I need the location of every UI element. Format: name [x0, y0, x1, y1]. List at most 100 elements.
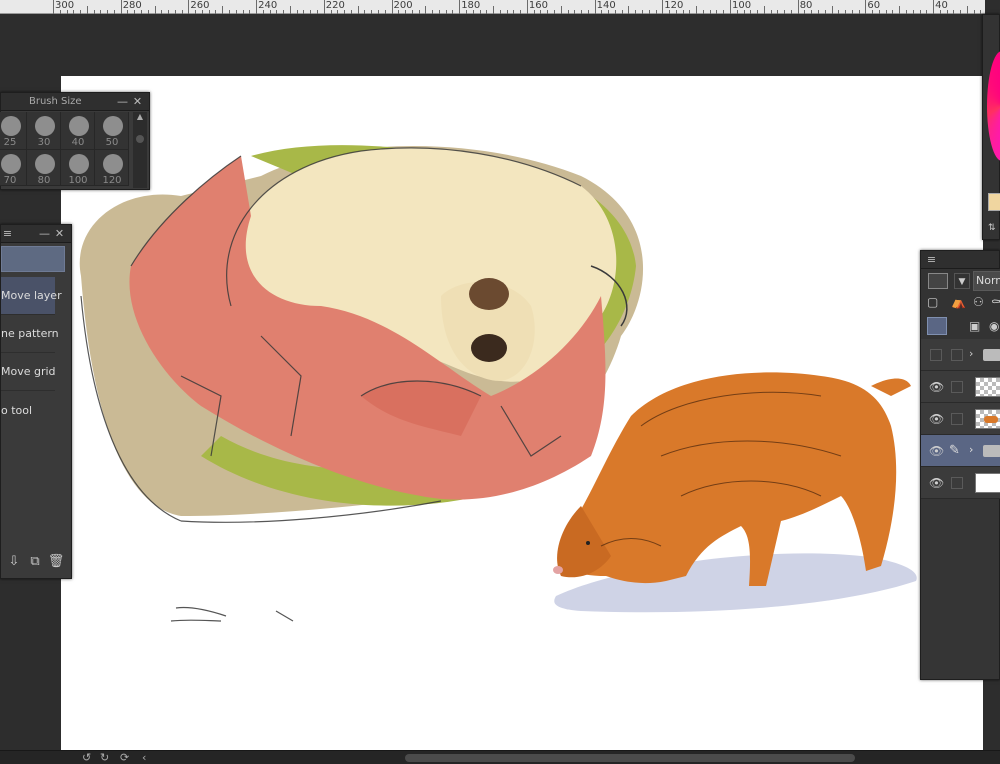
reset-rotation-icon[interactable]: ⟳ [120, 751, 129, 764]
scroll-left-icon[interactable]: ‹ [142, 751, 146, 764]
lock-icon[interactable]: ⚇ [973, 295, 984, 309]
ruler-minor-tick [851, 10, 853, 14]
drawing-canvas[interactable] [61, 76, 983, 750]
clip-icon[interactable]: ◉ [989, 319, 999, 333]
layer-mask-icon[interactable]: ▢ [927, 295, 938, 309]
layer-panel: ≡ ▼ Norm ▢ ⛺ ⚇ ⚰ ▣ ◉ › 👁 👁 [920, 250, 1000, 680]
ruler-minor-tick [229, 10, 231, 14]
layer-row-folder-hidden[interactable]: › [921, 339, 1000, 371]
scroll-up-icon[interactable]: ▲ [133, 112, 147, 121]
ruler-minor-tick [86, 6, 88, 14]
ruler-minor-tick [635, 10, 637, 14]
layer-palette-icon[interactable] [927, 317, 947, 335]
layer-panel-title[interactable]: ≡ [921, 251, 999, 269]
ruler-minor-tick [344, 10, 346, 14]
brush-size-cell-25[interactable]: 25 [0, 112, 27, 150]
ruler-minor-tick [276, 10, 278, 14]
chevron-right-icon[interactable]: › [969, 347, 973, 360]
ruler-minor-tick [906, 10, 908, 14]
eye-icon[interactable]: 👁 [929, 412, 944, 426]
edit-toggle[interactable] [951, 477, 963, 489]
ruler-minor-tick [520, 10, 522, 14]
ruler-minor-tick [472, 10, 474, 14]
brush-size-cell-70[interactable]: 70 [0, 150, 27, 186]
blend-mode-select[interactable]: Norm [973, 271, 1000, 291]
sub-tool-item-move-grid[interactable]: Move grid [1, 353, 56, 391]
new-mask-icon[interactable]: ▣ [969, 319, 980, 333]
ruler-minor-tick [763, 6, 765, 14]
ruler-major-tick [120, 0, 122, 14]
scroll-thumb[interactable] [136, 135, 144, 143]
brush-size-cell-100[interactable]: 100 [61, 150, 95, 186]
panel-menu-icon[interactable]: ≡ [925, 253, 938, 266]
ruler-minor-tick [235, 10, 237, 14]
eye-icon[interactable]: 👁 [929, 444, 944, 458]
brush-size-cell-40[interactable]: 40 [61, 112, 95, 150]
ruler-minor-tick [831, 6, 833, 14]
ruler-label: 100 [732, 0, 752, 11]
swap-color-icon[interactable]: ⇅ [988, 223, 996, 233]
rotate-left-icon[interactable]: ↺ [82, 751, 91, 764]
color-wheel[interactable] [987, 51, 1000, 161]
edit-toggle[interactable] [951, 413, 963, 425]
ruler-label: 180 [461, 0, 481, 11]
layer-row-folder-active[interactable]: 👁 ✎ › [921, 435, 1000, 467]
reference-icon[interactable]: ⛺ [951, 295, 966, 309]
pen-icon[interactable]: ✎ [949, 443, 960, 458]
brush-size-cell-80[interactable]: 80 [27, 150, 61, 186]
sub-tool-group-header[interactable] [1, 246, 65, 272]
import-icon[interactable]: ⇩ [5, 553, 23, 571]
minimize-icon[interactable]: — [116, 95, 129, 108]
panel-menu-icon[interactable]: ≡ [1, 227, 14, 240]
ruler-minor-tick [702, 10, 704, 14]
sub-tool-panel-title[interactable]: ≡ — ✕ [1, 225, 71, 243]
ruler-minor-tick [371, 10, 373, 14]
rotate-right-icon[interactable]: ↻ [100, 751, 109, 764]
sub-tool-item-move-layer[interactable]: Move layer [1, 277, 62, 315]
layer-color-icon[interactable] [928, 273, 948, 289]
horizontal-ruler[interactable]: 300 280 260 240 220 200 180 160 140 120 100 80 60 40 [0, 0, 985, 14]
eye-icon[interactable]: 👁 [929, 380, 944, 394]
close-icon[interactable]: ✕ [53, 227, 66, 240]
edit-toggle[interactable] [951, 349, 963, 361]
ruler-minor-tick [337, 10, 339, 14]
trash-icon[interactable]: 🗑 [47, 553, 65, 571]
ruler-minor-tick [926, 10, 928, 14]
ruler-minor-tick [540, 10, 542, 14]
ruler-minor-tick [872, 10, 874, 14]
ruler-minor-tick [919, 10, 921, 14]
brush-size-cell-120[interactable]: 120 [95, 150, 129, 186]
folder-icon [983, 349, 1000, 361]
brush-size-cell-50[interactable]: 50 [95, 112, 129, 150]
layer-row-transparent[interactable]: 👁 [921, 371, 1000, 403]
ruler-minor-tick [499, 10, 501, 14]
ruler-minor-tick [885, 10, 887, 14]
ruler-label: 200 [393, 0, 413, 11]
close-icon[interactable]: ✕ [131, 95, 144, 108]
duplicate-icon[interactable]: ⧉ [26, 553, 44, 571]
brush-size-scrollbar[interactable]: ▲ [133, 112, 147, 188]
visibility-toggle[interactable] [930, 349, 942, 361]
ruler-minor-tick [750, 10, 752, 14]
chevron-down-icon[interactable]: ▼ [954, 273, 970, 289]
eye-icon[interactable]: 👁 [929, 476, 944, 490]
layer-row-dog[interactable]: 👁 [921, 403, 1000, 435]
ruler-minor-tick [655, 10, 657, 14]
edit-toggle[interactable] [951, 381, 963, 393]
lock-alpha-icon[interactable]: ⚰ [991, 295, 1000, 309]
ruler-minor-tick [601, 10, 603, 14]
current-color-swatch[interactable] [988, 193, 1000, 211]
minimize-icon[interactable]: — [38, 227, 51, 240]
horizontal-scrollbar[interactable] [405, 754, 855, 762]
ruler-minor-tick [682, 10, 684, 14]
sub-tool-item-pattern[interactable]: ne pattern [1, 315, 59, 353]
ruler-minor-tick [966, 6, 968, 14]
brush-size-panel-title[interactable]: Brush Size — ✕ [1, 93, 149, 111]
brush-size-cell-30[interactable]: 30 [27, 112, 61, 150]
chevron-right-icon[interactable]: › [969, 443, 973, 456]
layer-row-paper[interactable]: 👁 [921, 467, 1000, 499]
sub-tool-item-tool[interactable]: o tool [1, 391, 55, 429]
brush-size-value: 100 [68, 175, 88, 186]
ruler-minor-tick [581, 10, 583, 14]
ruler-minor-tick [892, 10, 894, 14]
